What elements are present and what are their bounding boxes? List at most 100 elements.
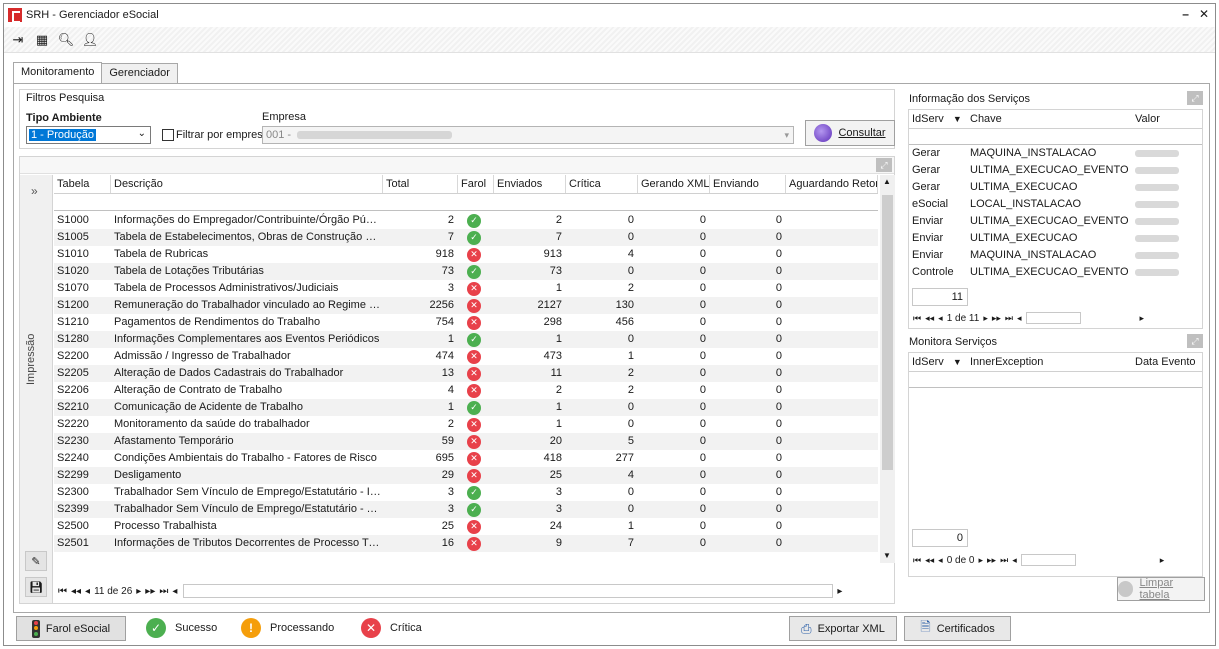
last-page-icon[interactable]: ⏭	[159, 586, 168, 597]
expand-icon[interactable]: ⤢	[876, 158, 892, 172]
col-idserv[interactable]: IdServ ▼	[909, 353, 967, 371]
info-row[interactable]: Enviar ULTIMA_EXECUCAO_EVENTO	[909, 213, 1202, 230]
vertical-scrollbar[interactable]: ▲ ▼	[880, 175, 895, 563]
table-row[interactable]: S2501 Informações de Tributos Decorrentes…	[54, 535, 878, 552]
scroll-left-icon[interactable]: ◂	[1012, 555, 1017, 566]
search-icon[interactable]: 🔍︎	[58, 32, 75, 48]
table-row[interactable]: S1210 Pagamentos de Rendimentos do Trabal…	[54, 314, 878, 331]
limpar-tabela-button[interactable]: Limpar tabela	[1117, 577, 1205, 601]
prev-page-set-icon[interactable]: ◂◂	[925, 313, 934, 324]
col-data-evento[interactable]: Data Evento	[1132, 353, 1202, 371]
minimize-button[interactable]: –	[1182, 7, 1189, 21]
consultar-button[interactable]: Consultar	[805, 120, 895, 146]
next-page-icon[interactable]: ▸	[979, 555, 984, 566]
scroll-thumb[interactable]	[882, 195, 893, 470]
scroll-left-icon[interactable]: ◂	[1017, 313, 1022, 324]
grid-icon[interactable]: ▦	[34, 32, 50, 48]
info-row[interactable]: eSocial LOCAL_INSTALACAO	[909, 196, 1202, 213]
monitor-filter-row[interactable]	[909, 372, 1202, 388]
info-row[interactable]: Enviar MAQUINA_INSTALACAO	[909, 247, 1202, 264]
first-page-icon[interactable]: ⏮	[913, 555, 921, 566]
close-button[interactable]: ✕	[1199, 7, 1209, 21]
info-filter-row[interactable]	[909, 129, 1202, 145]
scroll-right-icon[interactable]: ▸	[1140, 313, 1145, 324]
double-chevron-right-icon[interactable]: »	[31, 184, 38, 198]
table-row[interactable]: S2206 Alteração de Contrato de Trabalho 4 ✕…	[54, 382, 878, 399]
first-page-icon[interactable]: ⏮	[58, 586, 67, 597]
filtrar-empresa-checkbox[interactable]	[162, 129, 174, 141]
table-row[interactable]: S2210 Comunicação de Acidente de Trabalho…	[54, 399, 878, 416]
table-row[interactable]: S2500 Processo Trabalhista 25 ✕ 24 1 0 0	[54, 518, 878, 535]
info-row[interactable]: Gerar MAQUINA_INSTALACAO	[909, 145, 1202, 162]
table-row[interactable]: S2300 Trabalhador Sem Vínculo de Emprego/…	[54, 484, 878, 501]
next-page-icon[interactable]: ▸	[136, 586, 141, 597]
impressao-label[interactable]: Impressão	[25, 334, 37, 385]
info-row[interactable]: Gerar ULTIMA_EXECUCAO_EVENTO	[909, 162, 1202, 179]
info-row[interactable]: Gerar ULTIMA_EXECUCAO	[909, 179, 1202, 196]
save-icon[interactable]: 💾︎	[25, 577, 47, 597]
prev-page-icon[interactable]: ◂	[85, 586, 90, 597]
table-row[interactable]: S2399 Trabalhador Sem Vínculo de Emprego/…	[54, 501, 878, 518]
certificados-button[interactable]: 🗎︎ Certificados	[904, 616, 1011, 641]
tab-monitoramento[interactable]: Monitoramento	[13, 62, 103, 83]
col-enviando[interactable]: Enviando	[710, 175, 786, 193]
next-page-set-icon[interactable]: ▸▸	[987, 555, 996, 566]
col-innerexception[interactable]: InnerException	[967, 353, 1132, 371]
horizontal-scrollbar[interactable]	[1020, 554, 1076, 566]
col-tabela[interactable]: Tabela	[54, 175, 111, 193]
tipo-ambiente-select[interactable]: 1 - Produção ⌄	[26, 126, 151, 144]
col-idserv[interactable]: IdServ ▼	[909, 110, 967, 128]
exportar-xml-button[interactable]: ⎙ Exportar XML	[789, 616, 897, 641]
table-row[interactable]: S2220 Monitoramento da saúde do trabalhad…	[54, 416, 878, 433]
table-row[interactable]: S2200 Admissão / Ingresso de Trabalhador 4…	[54, 348, 878, 365]
table-row[interactable]: S1200 Remuneração do Trabalhador vinculad…	[54, 297, 878, 314]
eraser-icon[interactable]: ✎	[25, 551, 47, 571]
table-row[interactable]: S2240 Condições Ambientais do Trabalho - …	[54, 450, 878, 467]
last-page-icon[interactable]: ⏭	[1005, 313, 1013, 324]
prev-page-set-icon[interactable]: ◂◂	[925, 555, 934, 566]
empresa-select[interactable]: 001 - ▾	[262, 126, 794, 144]
expand-icon[interactable]: ⤢	[1187, 334, 1203, 348]
col-aguardando-retorno[interactable]: Aguardando Retorno	[786, 175, 878, 193]
farol-esocial-button[interactable]: Farol eSocial	[16, 616, 126, 641]
scroll-left-icon[interactable]: ◂	[172, 586, 177, 597]
tab-gerenciador[interactable]: Gerenciador	[101, 63, 178, 84]
table-row[interactable]: S1010 Tabela de Rubricas 918 ✕ 913 4 0 0	[54, 246, 878, 263]
table-row[interactable]: S2299 Desligamento 29 ✕ 25 4 0 0	[54, 467, 878, 484]
table-row[interactable]: S1000 Informações do Empregador/Contribui…	[54, 212, 878, 229]
scroll-up-icon[interactable]: ▲	[883, 177, 891, 186]
prev-page-icon[interactable]: ◂	[938, 555, 943, 566]
first-page-icon[interactable]: ⏮	[913, 313, 921, 324]
col-gerando-xml[interactable]: Gerando XML	[638, 175, 710, 193]
expand-icon[interactable]: ⤢	[1187, 91, 1203, 105]
scroll-right-icon[interactable]: ▸	[1160, 555, 1165, 566]
table-row[interactable]: S1070 Tabela de Processos Administrativos…	[54, 280, 878, 297]
user-config-icon[interactable]: 👤︎	[82, 32, 99, 48]
table-row[interactable]: S1280 Informações Complementares aos Even…	[54, 331, 878, 348]
table-row[interactable]: S1005 Tabela de Estabelecimentos, Obras d…	[54, 229, 878, 246]
col-farol[interactable]: Farol	[458, 175, 494, 193]
next-page-set-icon[interactable]: ▸▸	[145, 586, 155, 597]
info-row[interactable]: Controle ULTIMA_EXECUCAO_EVENTO	[909, 264, 1202, 281]
col-valor[interactable]: Valor	[1132, 110, 1192, 128]
next-page-set-icon[interactable]: ▸▸	[992, 313, 1001, 324]
col-total[interactable]: Total	[383, 175, 458, 193]
col-chave[interactable]: Chave	[967, 110, 1132, 128]
horizontal-scrollbar[interactable]	[183, 584, 834, 598]
prev-page-icon[interactable]: ◂	[938, 313, 943, 324]
table-filter-row[interactable]	[54, 195, 878, 211]
scroll-right-icon[interactable]: ▸	[837, 586, 842, 597]
scroll-down-icon[interactable]: ▼	[883, 551, 891, 560]
table-row[interactable]: S1020 Tabela de Lotações Tributárias 73 ✓ 73…	[54, 263, 878, 280]
next-page-icon[interactable]: ▸	[983, 313, 988, 324]
table-row[interactable]: S2205 Alteração de Dados Cadastrais do Tr…	[54, 365, 878, 382]
info-row[interactable]: Enviar ULTIMA_EXECUCAO	[909, 230, 1202, 247]
col-enviados[interactable]: Enviados	[494, 175, 566, 193]
table-row[interactable]: S2230 Afastamento Temporário 59 ✕ 20 5 0 0	[54, 433, 878, 450]
last-page-icon[interactable]: ⏭	[1000, 555, 1008, 566]
col-critica[interactable]: Crítica	[566, 175, 638, 193]
horizontal-scrollbar[interactable]	[1025, 312, 1081, 324]
exit-icon[interactable]: ⇥	[10, 32, 26, 48]
prev-page-set-icon[interactable]: ◂◂	[71, 586, 81, 597]
col-descricao[interactable]: Descrição	[111, 175, 383, 193]
